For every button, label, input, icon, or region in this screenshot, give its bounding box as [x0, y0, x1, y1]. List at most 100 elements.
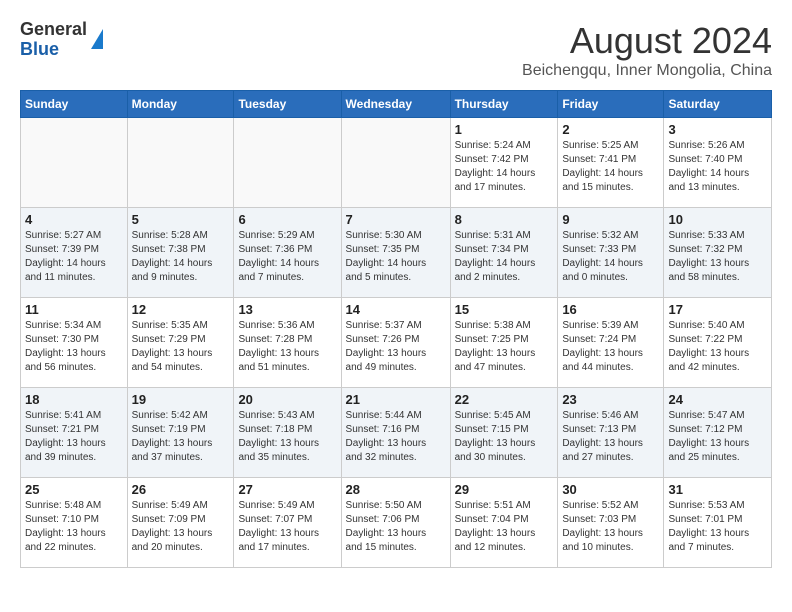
calendar-cell: 15 Sunrise: 5:38 AM Sunset: 7:25 PM Dayli… — [450, 298, 558, 388]
logo-general: General — [20, 20, 87, 40]
day-info: Sunrise: 5:48 AM Sunset: 7:10 PM Dayligh… — [25, 499, 123, 555]
day-info: Sunrise: 5:24 AM Sunset: 7:42 PM Dayligh… — [455, 139, 554, 195]
calendar-cell: 23 Sunrise: 5:46 AM Sunset: 7:13 PM Dayli… — [558, 388, 664, 478]
day-number: 11 — [25, 302, 123, 317]
day-info: Sunrise: 5:43 AM Sunset: 7:18 PM Dayligh… — [238, 409, 336, 465]
calendar-cell — [234, 118, 341, 208]
day-number: 5 — [132, 212, 230, 227]
day-number: 27 — [238, 482, 336, 497]
day-info: Sunrise: 5:27 AM Sunset: 7:39 PM Dayligh… — [25, 229, 123, 285]
calendar-cell: 9 Sunrise: 5:32 AM Sunset: 7:33 PM Daylig… — [558, 208, 664, 298]
day-info: Sunrise: 5:26 AM Sunset: 7:40 PM Dayligh… — [668, 139, 767, 195]
calendar-body: 1 Sunrise: 5:24 AM Sunset: 7:42 PM Daylig… — [21, 118, 772, 568]
weekday-header-sunday: Sunday — [21, 91, 128, 118]
day-info: Sunrise: 5:37 AM Sunset: 7:26 PM Dayligh… — [346, 319, 446, 375]
calendar-cell: 20Sunrise: 5:43 AM Sunset: 7:18 PM Dayli… — [234, 388, 341, 478]
week-row-3: 11 Sunrise: 5:34 AM Sunset: 7:30 PM Dayli… — [21, 298, 772, 388]
day-info: Sunrise: 5:51 AM Sunset: 7:04 PM Dayligh… — [455, 499, 554, 555]
day-info: Sunrise: 5:34 AM Sunset: 7:30 PM Dayligh… — [25, 319, 123, 375]
subtitle: Beichengqu, Inner Mongolia, China — [522, 62, 772, 80]
weekday-header-monday: Monday — [127, 91, 234, 118]
day-number: 15 — [455, 302, 554, 317]
calendar-cell: 13 Sunrise: 5:36 AM Sunset: 7:28 PM Dayli… — [234, 298, 341, 388]
calendar-cell: 25 Sunrise: 5:48 AM Sunset: 7:10 PM Dayli… — [21, 478, 128, 568]
day-number: 14 — [346, 302, 446, 317]
day-number: 25 — [25, 482, 123, 497]
calendar-cell: 24 Sunrise: 5:47 AM Sunset: 7:12 PM Dayli… — [664, 388, 772, 478]
day-number: 2 — [562, 122, 659, 137]
day-number: 28 — [346, 482, 446, 497]
calendar-table: SundayMondayTuesdayWednesdayThursdayFrid… — [20, 90, 772, 568]
day-number: 13 — [238, 302, 336, 317]
calendar-cell: 22Sunrise: 5:45 AM Sunset: 7:15 PM Dayli… — [450, 388, 558, 478]
day-info: Sunrise: 5:33 AM Sunset: 7:32 PM Dayligh… — [668, 229, 767, 285]
day-number: 22 — [455, 392, 554, 407]
week-row-4: 18Sunrise: 5:41 AM Sunset: 7:21 PM Dayli… — [21, 388, 772, 478]
weekday-header-saturday: Saturday — [664, 91, 772, 118]
week-row-5: 25 Sunrise: 5:48 AM Sunset: 7:10 PM Dayli… — [21, 478, 772, 568]
day-info: Sunrise: 5:42 AM Sunset: 7:19 PM Dayligh… — [132, 409, 230, 465]
day-number: 3 — [668, 122, 767, 137]
logo: General Blue — [20, 20, 103, 60]
weekday-header-thursday: Thursday — [450, 91, 558, 118]
day-number: 29 — [455, 482, 554, 497]
day-number: 23 — [562, 392, 659, 407]
day-number: 9 — [562, 212, 659, 227]
calendar-cell: 21 Sunrise: 5:44 AM Sunset: 7:16 PM Dayli… — [341, 388, 450, 478]
calendar-cell: 4 Sunrise: 5:27 AM Sunset: 7:39 PM Daylig… — [21, 208, 128, 298]
weekday-header-tuesday: Tuesday — [234, 91, 341, 118]
main-title: August 2024 — [522, 20, 772, 62]
calendar-cell: 31Sunrise: 5:53 AM Sunset: 7:01 PM Dayli… — [664, 478, 772, 568]
calendar-cell: 5 Sunrise: 5:28 AM Sunset: 7:38 PM Daylig… — [127, 208, 234, 298]
day-info: Sunrise: 5:36 AM Sunset: 7:28 PM Dayligh… — [238, 319, 336, 375]
day-info: Sunrise: 5:32 AM Sunset: 7:33 PM Dayligh… — [562, 229, 659, 285]
logo-blue: Blue — [20, 40, 87, 60]
day-number: 6 — [238, 212, 336, 227]
calendar-cell: 17Sunrise: 5:40 AM Sunset: 7:22 PM Dayli… — [664, 298, 772, 388]
day-info: Sunrise: 5:39 AM Sunset: 7:24 PM Dayligh… — [562, 319, 659, 375]
calendar-cell: 28 Sunrise: 5:50 AM Sunset: 7:06 PM Dayli… — [341, 478, 450, 568]
day-number: 16 — [562, 302, 659, 317]
day-number: 1 — [455, 122, 554, 137]
calendar-cell: 19 Sunrise: 5:42 AM Sunset: 7:19 PM Dayli… — [127, 388, 234, 478]
day-info: Sunrise: 5:49 AM Sunset: 7:07 PM Dayligh… — [238, 499, 336, 555]
weekday-header-row: SundayMondayTuesdayWednesdayThursdayFrid… — [21, 91, 772, 118]
day-number: 21 — [346, 392, 446, 407]
calendar-cell: 26 Sunrise: 5:49 AM Sunset: 7:09 PM Dayli… — [127, 478, 234, 568]
calendar-cell: 2 Sunrise: 5:25 AM Sunset: 7:41 PM Daylig… — [558, 118, 664, 208]
day-info: Sunrise: 5:44 AM Sunset: 7:16 PM Dayligh… — [346, 409, 446, 465]
day-number: 8 — [455, 212, 554, 227]
calendar-cell: 7Sunrise: 5:30 AM Sunset: 7:35 PM Daylig… — [341, 208, 450, 298]
day-info: Sunrise: 5:41 AM Sunset: 7:21 PM Dayligh… — [25, 409, 123, 465]
calendar-cell: 29 Sunrise: 5:51 AM Sunset: 7:04 PM Dayli… — [450, 478, 558, 568]
day-info: Sunrise: 5:35 AM Sunset: 7:29 PM Dayligh… — [132, 319, 230, 375]
day-info: Sunrise: 5:53 AM Sunset: 7:01 PM Dayligh… — [668, 499, 767, 555]
calendar-cell: 6 Sunrise: 5:29 AM Sunset: 7:36 PM Daylig… — [234, 208, 341, 298]
day-info: Sunrise: 5:52 AM Sunset: 7:03 PM Dayligh… — [562, 499, 659, 555]
day-info: Sunrise: 5:29 AM Sunset: 7:36 PM Dayligh… — [238, 229, 336, 285]
day-info: Sunrise: 5:50 AM Sunset: 7:06 PM Dayligh… — [346, 499, 446, 555]
day-number: 26 — [132, 482, 230, 497]
week-row-2: 4 Sunrise: 5:27 AM Sunset: 7:39 PM Daylig… — [21, 208, 772, 298]
calendar-cell: 14 Sunrise: 5:37 AM Sunset: 7:26 PM Dayli… — [341, 298, 450, 388]
day-info: Sunrise: 5:30 AM Sunset: 7:35 PM Dayligh… — [346, 229, 446, 285]
calendar-cell: 3 Sunrise: 5:26 AM Sunset: 7:40 PM Daylig… — [664, 118, 772, 208]
day-number: 24 — [668, 392, 767, 407]
day-info: Sunrise: 5:28 AM Sunset: 7:38 PM Dayligh… — [132, 229, 230, 285]
day-info: Sunrise: 5:46 AM Sunset: 7:13 PM Dayligh… — [562, 409, 659, 465]
calendar-cell: 10Sunrise: 5:33 AM Sunset: 7:32 PM Dayli… — [664, 208, 772, 298]
day-number: 4 — [25, 212, 123, 227]
calendar-cell — [21, 118, 128, 208]
calendar-cell: 1 Sunrise: 5:24 AM Sunset: 7:42 PM Daylig… — [450, 118, 558, 208]
day-info: Sunrise: 5:49 AM Sunset: 7:09 PM Dayligh… — [132, 499, 230, 555]
day-info: Sunrise: 5:47 AM Sunset: 7:12 PM Dayligh… — [668, 409, 767, 465]
calendar-cell: 11 Sunrise: 5:34 AM Sunset: 7:30 PM Dayli… — [21, 298, 128, 388]
calendar-cell — [127, 118, 234, 208]
title-block: August 2024 Beichengqu, Inner Mongolia, … — [522, 20, 772, 80]
calendar-cell: 18Sunrise: 5:41 AM Sunset: 7:21 PM Dayli… — [21, 388, 128, 478]
weekday-header-friday: Friday — [558, 91, 664, 118]
day-number: 17 — [668, 302, 767, 317]
day-info: Sunrise: 5:38 AM Sunset: 7:25 PM Dayligh… — [455, 319, 554, 375]
day-number: 19 — [132, 392, 230, 407]
day-info: Sunrise: 5:25 AM Sunset: 7:41 PM Dayligh… — [562, 139, 659, 195]
